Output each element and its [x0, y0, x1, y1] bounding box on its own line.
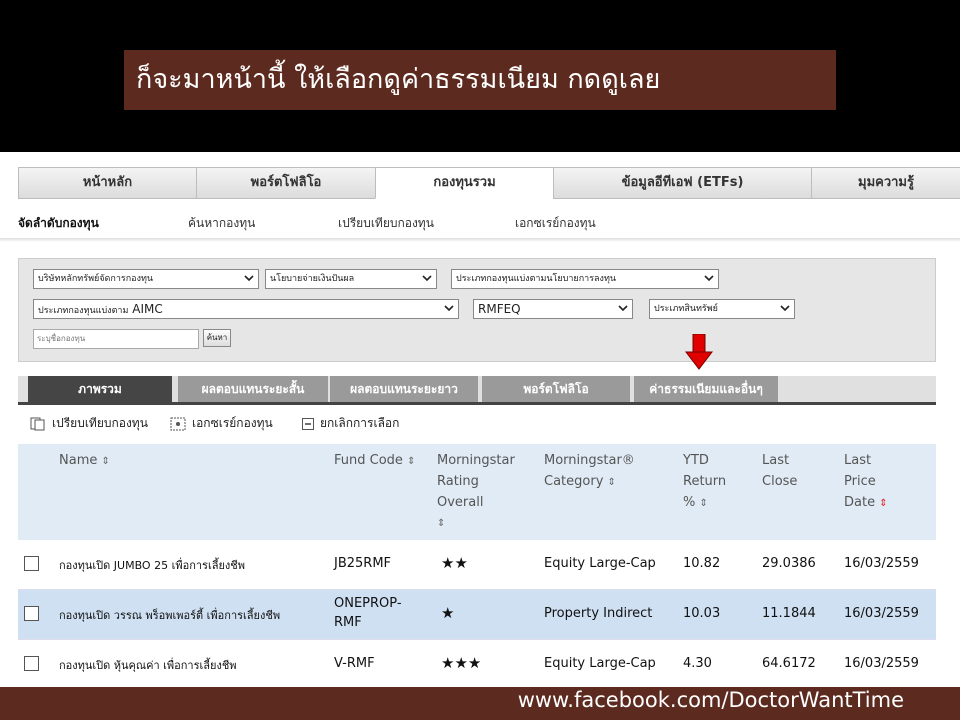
last-close: 64.6172	[762, 656, 816, 671]
last-price-date: 16/03/2559	[844, 556, 919, 571]
filter-panel: บริษัทหลักทรัพย์จัดการกองทุน นโยบายจ่ายเ…	[18, 258, 936, 362]
table-row: กองทุนเปิด JUMBO 25 เพื่อการเลี้ยงชีพ JB…	[18, 540, 936, 590]
subnav-fund-ranking[interactable]: จัดลำดับกองทุน	[18, 214, 99, 233]
fund-view-tabs: ภาพรวม ผลตอบแทนระยะสั้น ผลตอบแทนระยะยาว …	[18, 376, 936, 404]
subnav-fund-search[interactable]: ค้นหากองทุน	[188, 214, 255, 233]
nav-tab-mutual-funds[interactable]: กองทุนรวม	[375, 167, 553, 199]
xray-funds-action[interactable]: เอกซเรย์กองทุน	[170, 414, 273, 433]
fund-category: Property Indirect	[544, 606, 653, 621]
asset-type-select[interactable]: ประเภทสินทรัพย์	[649, 299, 795, 319]
col-last-close-header[interactable]: Last Close	[762, 450, 797, 492]
col-date-header[interactable]: Last Price Date ⇕	[844, 450, 888, 514]
last-price-date: 16/03/2559	[844, 656, 919, 671]
compare-icon	[30, 417, 45, 430]
ytd-return: 10.82	[683, 556, 721, 571]
table-row: กองทุนเปิด วรรณ พร็อพเพอร์ตี้ เพื่อการเล…	[18, 590, 936, 640]
star-rating: ★	[441, 604, 455, 622]
tab-fees-and-others[interactable]: ค่าธรรมเนียมและอื่นๆ	[634, 376, 778, 402]
col-category-header[interactable]: Morningstar® Category ⇕	[544, 450, 635, 493]
xray-icon	[170, 417, 186, 430]
ytd-return: 4.30	[683, 656, 712, 671]
chevron-down-icon	[780, 305, 790, 312]
fund-name-input[interactable]: ระบุชื่อกองทุน	[33, 329, 199, 349]
fund-category: Equity Large-Cap	[544, 556, 656, 571]
subnav-fund-compare[interactable]: เปรียบเทียบกองทุน	[338, 214, 434, 233]
footer-url: www.facebook.com/DoctorWantTime	[517, 688, 904, 712]
last-price-date: 16/03/2559	[844, 606, 919, 621]
ytd-return: 10.03	[683, 606, 721, 621]
aimc-category-select[interactable]: ประเภทกองทุนแบ่งตาม AIMC	[33, 299, 459, 319]
row-checkbox[interactable]	[24, 556, 39, 571]
col-ytd-header[interactable]: YTD Return % ⇕	[683, 450, 726, 514]
row-checkbox[interactable]	[24, 606, 39, 621]
col-name-header[interactable]: Name ⇕	[59, 450, 110, 472]
subnav-fund-xray[interactable]: เอกซเรย์กองทุน	[515, 214, 596, 233]
chevron-down-icon	[618, 305, 628, 312]
fund-name[interactable]: กองทุนเปิด วรรณ พร็อพเพอร์ตี้ เพื่อการเล…	[59, 606, 280, 624]
tab-short-term-return[interactable]: ผลตอบแทนระยะสั้น	[178, 376, 328, 402]
compare-funds-action[interactable]: เปรียบเทียบกองทุน	[30, 414, 148, 433]
slide-title-banner: ก็จะมาหน้านี้ ให้เลือกดูค่าธรรมเนียม กดด…	[124, 50, 836, 110]
tab-portfolio[interactable]: พอร์ตโฟลิโอ	[482, 376, 630, 402]
star-rating: ★★★	[441, 654, 482, 672]
last-close: 11.1844	[762, 606, 816, 621]
main-nav-tabs: หน้าหลัก พอร์ตโฟลิโอ กองทุนรวม ข้อมูลอีท…	[18, 167, 960, 199]
last-close: 29.0386	[762, 556, 816, 571]
nav-tab-home[interactable]: หน้าหลัก	[18, 167, 196, 199]
tab-overview[interactable]: ภาพรวม	[28, 376, 172, 402]
chevron-down-icon	[244, 275, 254, 282]
table-row: กองทุนเปิด หุ้นคุณค่า เพื่อการเลี้ยงชีพ …	[18, 640, 936, 687]
table-actions: เปรียบเทียบกองทุน เอกซเรย์กองทุน ยกเลิกก…	[18, 405, 936, 439]
minus-box-icon	[302, 417, 314, 430]
star-rating: ★★	[441, 554, 468, 572]
fund-code: ONEPROP- RMF	[334, 596, 402, 630]
search-button[interactable]: ค้นหา	[203, 329, 231, 347]
col-rating-header[interactable]: Morningstar Rating Overall ⇕	[437, 450, 515, 534]
sub-nav: จัดลำดับกองทุน ค้นหากองทุน เปรียบเทียบกอ…	[18, 210, 958, 238]
red-arrow-down-icon	[684, 334, 714, 370]
amc-select[interactable]: บริษัทหลักทรัพย์จัดการกองทุน	[33, 269, 259, 289]
web-page: หน้าหลัก พอร์ตโฟลิโอ กองทุนรวม ข้อมูลอีท…	[0, 152, 960, 687]
fund-category: Equity Large-Cap	[544, 656, 656, 671]
slide-footer: www.facebook.com/DoctorWantTime	[0, 687, 960, 720]
fund-name[interactable]: กองทุนเปิด หุ้นคุณค่า เพื่อการเลี้ยงชีพ	[59, 656, 237, 674]
nav-tab-etfs[interactable]: ข้อมูลอีทีเอฟ (ETFs)	[553, 167, 811, 199]
row-checkbox[interactable]	[24, 656, 39, 671]
nav-tab-knowledge[interactable]: มุมความรู้	[811, 167, 960, 199]
fund-policy-select[interactable]: ประเภทกองทุนแบ่งตามนโยบายการลงทุน	[451, 269, 719, 289]
col-code-header[interactable]: Fund Code ⇕	[334, 450, 415, 472]
chevron-down-icon	[704, 275, 714, 282]
nav-tab-portfolio[interactable]: พอร์ตโฟลิโอ	[196, 167, 375, 199]
chevron-down-icon	[422, 275, 432, 282]
chevron-down-icon	[444, 305, 454, 312]
fund-code: JB25RMF	[334, 556, 392, 571]
fund-name[interactable]: กองทุนเปิด JUMBO 25 เพื่อการเลี้ยงชีพ	[59, 556, 245, 574]
dividend-policy-select[interactable]: นโยบายจ่ายเงินปันผล	[265, 269, 437, 289]
table-header: Name ⇕ Fund Code ⇕ Morningstar Rating Ov…	[18, 444, 936, 540]
subnav-divider	[0, 238, 960, 242]
tab-long-term-return[interactable]: ผลตอบแทนระยะยาว	[330, 376, 478, 402]
fund-code: V-RMF	[334, 656, 375, 671]
cancel-selection-action[interactable]: ยกเลิกการเลือก	[302, 414, 399, 433]
rmfeq-select[interactable]: RMFEQ	[473, 299, 633, 319]
